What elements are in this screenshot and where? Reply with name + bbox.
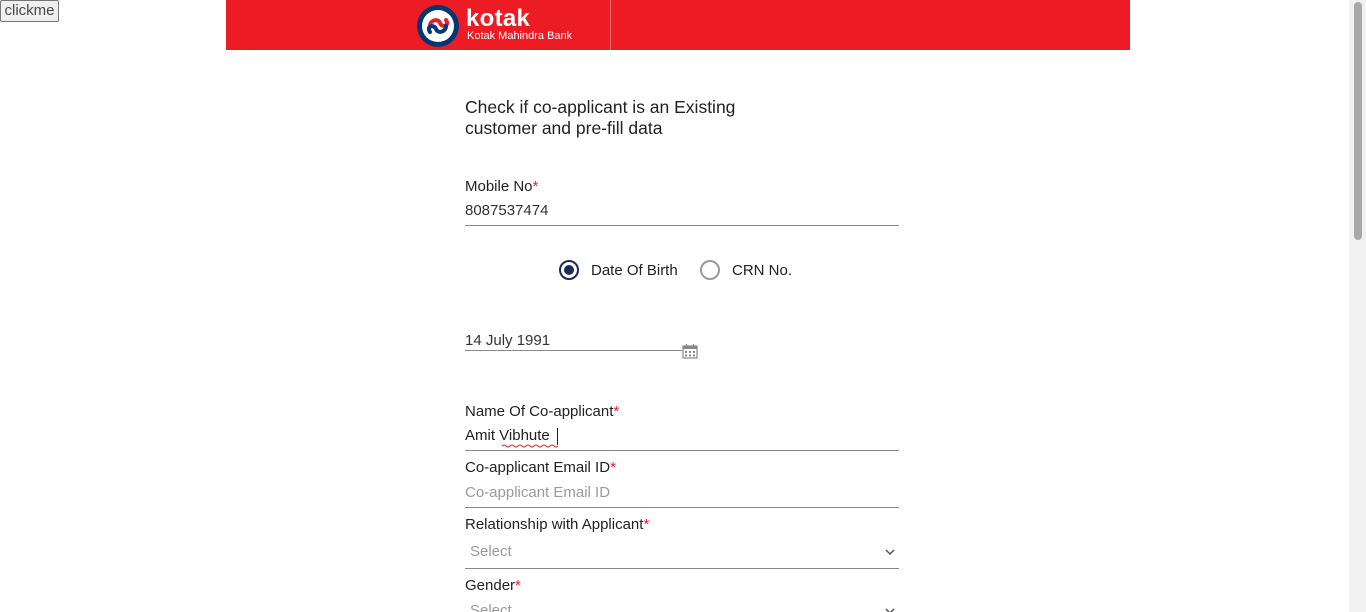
name-underline: [465, 450, 899, 451]
kotak-logo[interactable]: kotak Kotak Mahindra Bank: [416, 3, 596, 47]
gender-label: Gender*: [465, 577, 521, 594]
chevron-down-icon[interactable]: [884, 548, 896, 556]
email-input[interactable]: Co-applicant Email ID: [465, 484, 610, 502]
mobile-underline: [465, 225, 899, 226]
relationship-underline: [465, 568, 899, 569]
radio-date-of-birth[interactable]: [559, 260, 579, 280]
dob-underline: [465, 350, 682, 351]
spellcheck-underline: [502, 444, 558, 448]
gender-select[interactable]: Select: [470, 602, 512, 612]
header-bar: kotak Kotak Mahindra Bank: [226, 0, 1130, 50]
calendar-icon[interactable]: [682, 343, 698, 359]
header-divider: [610, 0, 611, 50]
name-label: Name Of Co-applicant*: [465, 403, 620, 420]
brand-subtitle: Kotak Mahindra Bank: [467, 30, 573, 42]
brand-name: kotak: [466, 5, 531, 32]
email-underline: [465, 507, 899, 508]
relationship-select[interactable]: Select: [470, 543, 512, 561]
chevron-down-icon[interactable]: [884, 607, 896, 612]
email-label: Co-applicant Email ID*: [465, 459, 616, 476]
radio-crn-no-label[interactable]: CRN No.: [732, 262, 792, 280]
radio-crn-no[interactable]: [700, 260, 720, 280]
dob-input[interactable]: 14 July 1991: [465, 332, 550, 350]
relationship-label: Relationship with Applicant*: [465, 516, 650, 533]
clickme-button[interactable]: clickme: [0, 0, 59, 22]
text-caret: [557, 428, 558, 445]
page: clickme kotak Kotak Mahindra Bank Check …: [0, 0, 1366, 612]
mobile-input[interactable]: 8087537474: [465, 202, 548, 220]
radio-date-of-birth-label[interactable]: Date Of Birth: [591, 262, 678, 280]
vertical-scrollbar[interactable]: [1349, 0, 1366, 612]
form-heading: Check if co-applicant is an Existing cus…: [465, 97, 736, 138]
mobile-label: Mobile No*: [465, 178, 539, 195]
kotak-logo-icon: [417, 5, 459, 47]
scrollbar-thumb[interactable]: [1354, 2, 1362, 240]
name-input[interactable]: Amit Vibhute: [465, 427, 550, 445]
